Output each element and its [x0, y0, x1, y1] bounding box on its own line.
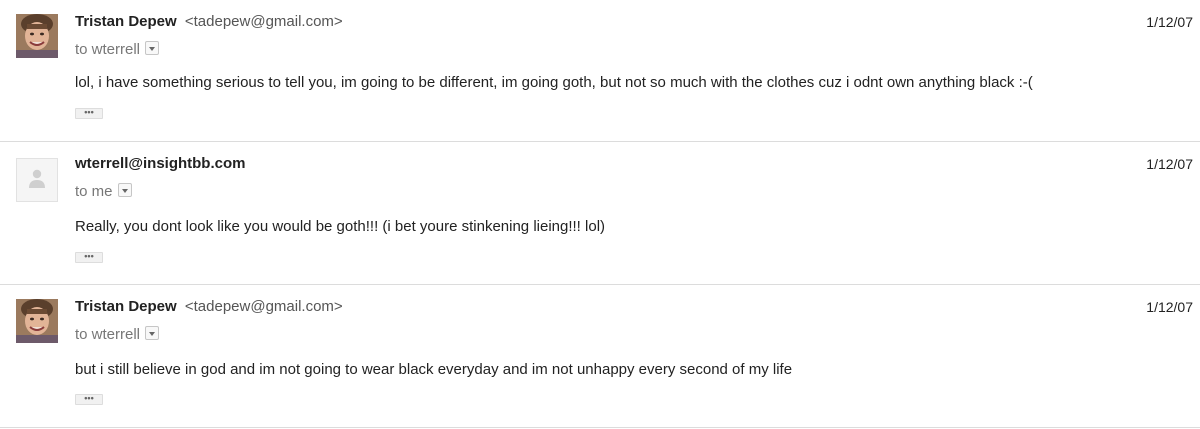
show-trimmed-content-button[interactable]: •••: [75, 394, 103, 405]
sender-name[interactable]: wterrell@insightbb.com: [75, 155, 245, 172]
sender-avatar[interactable]: [16, 158, 58, 202]
message-item[interactable]: Tristan Depew <tadepew@gmail.com> 1/12/0…: [0, 0, 1200, 142]
sender-avatar[interactable]: [16, 299, 58, 343]
recipient-label: to me: [75, 183, 113, 200]
show-trimmed-content-button[interactable]: •••: [75, 252, 103, 263]
show-trimmed-content-button[interactable]: •••: [75, 108, 103, 119]
sender-name[interactable]: Tristan Depew: [75, 13, 177, 30]
recipient-line: to wterrell: [75, 40, 160, 60]
sender-line: Tristan Depew <tadepew@gmail.com>: [75, 12, 343, 32]
sender-email: <tadepew@gmail.com>: [184, 298, 343, 315]
message-item[interactable]: wterrell@insightbb.com 1/12/07 to me Rea…: [0, 142, 1200, 285]
profile-photo-icon: [16, 299, 58, 343]
message-date: 1/12/07: [1146, 156, 1193, 172]
message-body: Really, you dont look like you would be …: [75, 218, 606, 235]
message-body: but i still believe in god and im not go…: [75, 361, 793, 378]
show-details-dropdown-icon[interactable]: [117, 183, 132, 198]
show-details-dropdown-icon[interactable]: [145, 41, 160, 56]
recipient-line: to me: [75, 182, 132, 202]
message-date: 1/12/07: [1146, 299, 1193, 315]
message-date: 1/12/07: [1146, 14, 1193, 30]
sender-email: <tadepew@gmail.com>: [184, 13, 343, 30]
default-person-icon: [29, 169, 45, 188]
recipient-label: to wterrell: [75, 326, 141, 343]
message-body: lol, i have something serious to tell yo…: [75, 74, 1033, 91]
show-details-dropdown-icon[interactable]: [145, 326, 160, 341]
sender-avatar[interactable]: [16, 14, 58, 58]
profile-photo-icon: [16, 14, 58, 58]
sender-line: wterrell@insightbb.com: [75, 154, 249, 174]
sender-name[interactable]: Tristan Depew: [75, 298, 177, 315]
sender-line: Tristan Depew <tadepew@gmail.com>: [75, 297, 343, 317]
email-thread: Tristan Depew <tadepew@gmail.com> 1/12/0…: [0, 0, 1200, 429]
recipient-line: to wterrell: [75, 325, 160, 345]
message-item[interactable]: Tristan Depew <tadepew@gmail.com> 1/12/0…: [0, 285, 1200, 428]
recipient-label: to wterrell: [75, 41, 141, 58]
